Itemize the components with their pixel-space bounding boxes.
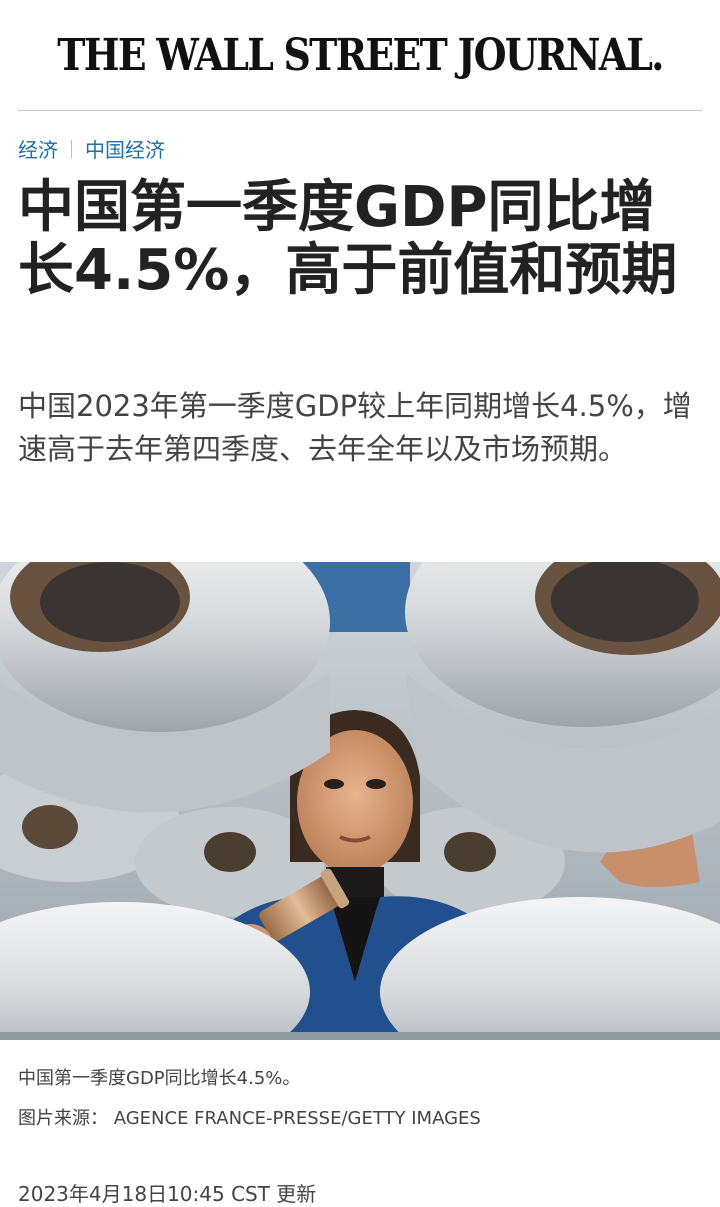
masthead-logo[interactable]: THE WALL STREET JOURNAL. bbox=[57, 30, 664, 81]
breadcrumb: 经济 中国经济 bbox=[18, 134, 165, 163]
breadcrumb-separator bbox=[71, 139, 72, 158]
photo-caption: 中国第一季度GDP同比增长4.5%。 bbox=[18, 1068, 301, 1089]
article-timestamp: 2023年4月18日10:45 CST 更新 bbox=[18, 1182, 317, 1206]
article-dek: 中国2023年第一季度GDP较上年同期增长4.5%，增速高于去年第四季度、去年全… bbox=[18, 389, 692, 466]
breadcrumb-subsection-link[interactable]: 中国经济 bbox=[85, 134, 165, 163]
masthead-divider bbox=[18, 110, 702, 111]
photo-credit: 图片来源： AGENCE FRANCE-PRESSE/GETTY IMAGES bbox=[18, 1108, 481, 1129]
breadcrumb-section-link[interactable]: 经济 bbox=[18, 134, 58, 163]
article-photo[interactable] bbox=[0, 562, 720, 1040]
masthead: THE WALL STREET JOURNAL. bbox=[0, 0, 720, 110]
article-headline: 中国第一季度GDP同比增长4.5%，高于前值和预期 bbox=[18, 175, 678, 303]
photo-illustration bbox=[0, 562, 720, 1040]
